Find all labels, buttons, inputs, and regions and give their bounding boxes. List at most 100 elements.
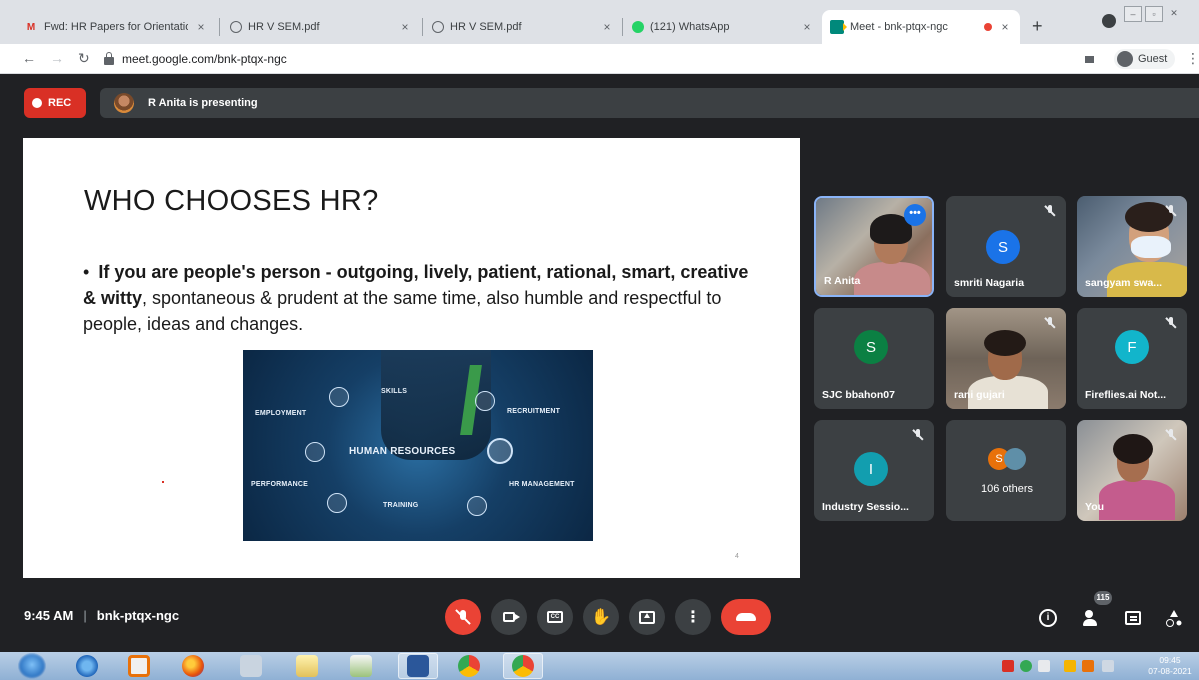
- laser-pointer-dot: [162, 481, 164, 483]
- meeting-info-button[interactable]: i: [1037, 607, 1059, 629]
- participant-tile-industry-session[interactable]: I Industry Sessio...: [814, 420, 934, 521]
- employment-label: EMPLOYMENT: [255, 410, 307, 417]
- camera-toggle-button[interactable]: [491, 599, 527, 635]
- performance-label: PERFORMANCE: [251, 481, 309, 488]
- chat-button[interactable]: [1122, 607, 1144, 629]
- tray-app-icon[interactable]: [1082, 660, 1094, 672]
- captions-button[interactable]: CC: [537, 599, 573, 635]
- record-dot-icon: [32, 98, 42, 108]
- present-screen-icon: [639, 610, 655, 624]
- presenter-banner[interactable]: R Anita is presenting: [100, 88, 1199, 118]
- guest-profile-button[interactable]: Guest: [1114, 49, 1176, 69]
- tab-close-icon[interactable]: ×: [800, 20, 814, 34]
- participant-name: 106 others: [981, 483, 1033, 495]
- more-options-icon[interactable]: •••: [904, 204, 926, 226]
- word-icon[interactable]: [407, 655, 429, 677]
- participant-tile-others[interactable]: S 106 others: [946, 420, 1066, 521]
- recording-indicator-icon: [984, 23, 992, 31]
- human-resources-label: HUMAN RESOURCES: [349, 446, 456, 457]
- participant-tile-sjc-bbahon07[interactable]: S SJC bbahon07: [814, 308, 934, 409]
- tab-title: HR V SEM.pdf: [450, 21, 522, 33]
- media-player-icon[interactable]: [128, 655, 150, 677]
- human-resources-illustration: SKILLS EMPLOYMENT RECRUITMENT HUMAN RESO…: [243, 350, 593, 541]
- presentation-slide: WHO CHOOSES HR? • If you are people's pe…: [23, 138, 800, 578]
- chrome-icon[interactable]: [458, 655, 480, 677]
- network-icon[interactable]: [1064, 660, 1076, 672]
- bullet-glyph: •: [83, 262, 90, 282]
- meeting-clock: 9:45 AM: [24, 608, 74, 623]
- presenter-avatar: [114, 93, 134, 113]
- hang-up-icon: [736, 613, 756, 621]
- person-icon: [475, 391, 495, 411]
- participant-tile-rani-gujari[interactable]: rani gujari: [946, 308, 1066, 409]
- participant-tile-fireflies[interactable]: F Fireflies.ai Not...: [1077, 308, 1187, 409]
- mic-muted-icon: [1044, 317, 1056, 329]
- participant-tile-sangyam[interactable]: sangyam swa...: [1077, 196, 1187, 297]
- maximize-window-button[interactable]: ▫: [1145, 6, 1163, 22]
- tray-app-icon[interactable]: [1020, 660, 1032, 672]
- reload-icon[interactable]: ↻: [78, 50, 90, 67]
- profile-label: Guest: [1138, 53, 1168, 65]
- tab-close-icon[interactable]: ×: [398, 20, 412, 34]
- activities-button[interactable]: [1163, 607, 1185, 629]
- recording-badge: REC: [24, 88, 86, 118]
- url-text: meet.google.com/bnk-ptqx-ngc: [122, 52, 287, 66]
- slide-page-number: 4: [735, 553, 739, 560]
- mic-muted-icon: [1165, 317, 1177, 329]
- camera-in-use-icon[interactable]: [1085, 56, 1094, 63]
- clock-time: 09:45: [1159, 655, 1181, 665]
- minimize-window-button[interactable]: –: [1124, 6, 1142, 22]
- windows-start-button[interactable]: [18, 653, 46, 679]
- internet-explorer-icon[interactable]: [76, 655, 98, 677]
- tab-pdf-1[interactable]: HR V SEM.pdf ×: [222, 10, 420, 44]
- slide-regular-text: , spontaneous & prudent at the same time…: [83, 288, 722, 334]
- people-button[interactable]: [1082, 607, 1104, 629]
- lock-icon: [104, 52, 114, 65]
- browser-menu-icon[interactable]: ⋮: [1186, 50, 1199, 67]
- browser-tab-strip: M Fwd: HR Papers for Orientation × HR V …: [0, 0, 1199, 44]
- new-tab-button[interactable]: +: [1032, 16, 1043, 37]
- gear-icon: [487, 438, 513, 464]
- firefox-icon[interactable]: [182, 655, 204, 677]
- participant-tile-r-anita[interactable]: ••• R Anita: [814, 196, 934, 297]
- participant-tile-smriti-nagaria[interactable]: S smriti Nagaria: [946, 196, 1066, 297]
- snipping-tool-icon[interactable]: [240, 655, 262, 677]
- present-now-button[interactable]: [629, 599, 665, 635]
- avatar-icon: [1117, 51, 1133, 67]
- tab-gmail[interactable]: M Fwd: HR Papers for Orientation ×: [16, 10, 216, 44]
- mic-muted-icon: [912, 429, 924, 441]
- tab-whatsapp[interactable]: (121) WhatsApp ×: [624, 10, 822, 44]
- leave-call-button[interactable]: [721, 599, 771, 635]
- tray-app-icon[interactable]: [1002, 660, 1014, 672]
- avatar: S: [854, 330, 888, 364]
- divider: |: [83, 608, 87, 623]
- system-clock[interactable]: 09:45 07-08-2021: [1148, 655, 1192, 677]
- address-bar[interactable]: meet.google.com/bnk-ptqx-ngc: [104, 48, 1064, 70]
- people-count-badge: 115: [1094, 591, 1112, 605]
- volume-icon[interactable]: [1038, 660, 1050, 672]
- participant-name: sangyam swa...: [1085, 277, 1163, 289]
- file-explorer-icon[interactable]: [296, 655, 318, 677]
- browser-toolbar: ← → ↻ meet.google.com/bnk-ptqx-ngc Guest…: [0, 44, 1199, 74]
- tab-close-icon[interactable]: ×: [194, 20, 208, 34]
- microphone-toggle-button[interactable]: [445, 599, 481, 635]
- avatar: F: [1115, 330, 1149, 364]
- people-icon: [1083, 610, 1103, 626]
- back-arrow-icon[interactable]: ←: [22, 50, 36, 66]
- forward-arrow-icon[interactable]: →: [50, 50, 64, 66]
- raise-hand-button[interactable]: ✋: [583, 599, 619, 635]
- recruitment-label: RECRUITMENT: [507, 408, 561, 415]
- close-window-button[interactable]: ✕: [1166, 6, 1182, 22]
- more-options-button[interactable]: ⋮: [675, 599, 711, 635]
- tab-close-icon[interactable]: ×: [600, 20, 614, 34]
- tab-google-meet[interactable]: Meet - bnk-ptqx-ngc ×: [822, 10, 1020, 44]
- tab-pdf-2[interactable]: HR V SEM.pdf ×: [424, 10, 622, 44]
- paint-icon[interactable]: [350, 655, 372, 677]
- action-center-icon[interactable]: [1102, 660, 1114, 672]
- participant-tile-you[interactable]: You: [1077, 420, 1187, 521]
- tab-close-icon[interactable]: ×: [998, 20, 1012, 34]
- globe-icon: [432, 21, 444, 33]
- chrome-icon[interactable]: [512, 655, 534, 677]
- chrome-profile-icon[interactable]: [1102, 14, 1116, 28]
- rec-label: REC: [48, 97, 72, 109]
